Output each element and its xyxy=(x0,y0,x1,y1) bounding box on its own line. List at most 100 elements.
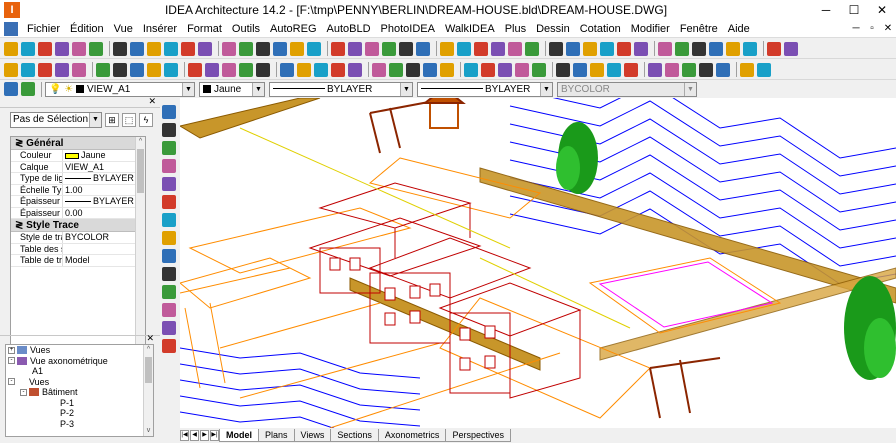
toolbar-tool-icon[interactable] xyxy=(348,41,362,56)
color-dropdown[interactable]: Jaune ▼ xyxy=(199,81,265,97)
toolbar-tool-icon[interactable] xyxy=(164,41,178,56)
select-objects-icon[interactable]: ⬚ xyxy=(122,113,136,127)
toolbar-tool-icon[interactable] xyxy=(699,62,713,77)
toolbar-tool-icon[interactable] xyxy=(757,62,771,77)
toolbar-tool-icon[interactable] xyxy=(130,41,144,56)
toolbar-tool-icon[interactable] xyxy=(406,62,420,77)
menu-photoidea[interactable]: PhotoIDEA xyxy=(376,23,440,35)
toolbar-tool-icon[interactable] xyxy=(532,62,546,77)
drawing-tool-icon[interactable] xyxy=(162,303,176,317)
tab-axonometrics[interactable]: Axonometrics xyxy=(377,429,447,442)
close-icon[interactable]: ✕ xyxy=(146,333,154,344)
toolbar-tool-icon[interactable] xyxy=(205,62,219,77)
toolbar-tool-icon[interactable] xyxy=(549,41,563,56)
toolbar-tool-icon[interactable] xyxy=(331,41,345,56)
toolbar-tool-icon[interactable] xyxy=(222,41,236,56)
menu-autobld[interactable]: AutoBLD xyxy=(322,23,376,35)
toolbar-tool-icon[interactable] xyxy=(147,41,161,56)
tree-node-p2[interactable]: P-2 xyxy=(6,408,153,419)
property-row[interactable]: Table des st... xyxy=(11,243,145,255)
tab-model[interactable]: Model xyxy=(219,429,259,442)
toolbar-tool-icon[interactable] xyxy=(96,62,110,77)
lineweight-dropdown[interactable]: BYLAYER ▼ xyxy=(417,81,553,97)
toolbar-tool-icon[interactable] xyxy=(617,41,631,56)
tab-perspectives[interactable]: Perspectives xyxy=(445,429,511,442)
toolbar-tool-icon[interactable] xyxy=(399,41,413,56)
scroll-thumb[interactable] xyxy=(137,149,144,193)
toolbar-tool-icon[interactable] xyxy=(556,62,570,77)
toolbar-tool-icon[interactable] xyxy=(416,41,430,56)
toolbar-tool-icon[interactable] xyxy=(331,62,345,77)
toolbar-tool-icon[interactable] xyxy=(590,62,604,77)
toolbar-tool-icon[interactable] xyxy=(72,41,86,56)
tree-node-vues-2[interactable]: - Vues xyxy=(6,377,153,388)
toolbar-tool-icon[interactable] xyxy=(440,41,454,56)
toolbar-tool-icon[interactable] xyxy=(256,41,270,56)
menu-fichier[interactable]: Fichier xyxy=(22,23,65,35)
drawing-viewport[interactable] xyxy=(180,98,896,428)
tab-sections[interactable]: Sections xyxy=(330,429,379,442)
layer-manager-icon[interactable] xyxy=(4,82,18,96)
toolbar-tool-icon[interactable] xyxy=(389,62,403,77)
toolbar-tool-icon[interactable] xyxy=(130,62,144,77)
doc-minimize-button[interactable]: ─ xyxy=(848,23,864,34)
close-button[interactable]: ✕ xyxy=(868,0,896,20)
tab-prev-icon[interactable]: ◀ xyxy=(190,430,199,441)
toolbar-tool-icon[interactable] xyxy=(573,62,587,77)
toolbar-tool-icon[interactable] xyxy=(273,41,287,56)
section-plotstyle-header[interactable]: ≷ Style Trace ^ xyxy=(11,219,145,232)
toolbar-tool-icon[interactable] xyxy=(314,62,328,77)
toolbar-tool-icon[interactable] xyxy=(515,62,529,77)
property-row[interactable]: Échelle Typ... 1.00 xyxy=(11,184,145,196)
toolbar-tool-icon[interactable] xyxy=(682,62,696,77)
layer-state-icon[interactable] xyxy=(21,82,35,96)
menu-outils[interactable]: Outils xyxy=(227,23,265,35)
close-icon[interactable]: ✕ xyxy=(148,96,156,107)
tree-node-vues[interactable]: + Vues xyxy=(6,345,153,356)
toolbar-tool-icon[interactable] xyxy=(113,62,127,77)
toolbar-tool-icon[interactable] xyxy=(784,41,798,56)
toolbar-tool-icon[interactable] xyxy=(181,41,195,56)
property-row[interactable]: Couleur Jaune xyxy=(11,150,145,162)
toolbar-tool-icon[interactable] xyxy=(481,62,495,77)
toolbar-tool-icon[interactable] xyxy=(634,41,648,56)
menu-fenetre[interactable]: Fenêtre xyxy=(675,23,723,35)
drawing-tool-icon[interactable] xyxy=(162,267,176,281)
menu-format[interactable]: Format xyxy=(182,23,227,35)
drawing-tool-icon[interactable] xyxy=(162,321,176,335)
scroll-down-icon[interactable]: v xyxy=(144,426,153,436)
menu-plus[interactable]: Plus xyxy=(500,23,531,35)
menu-cotation[interactable]: Cotation xyxy=(575,23,626,35)
quick-select-icon[interactable]: ϟ xyxy=(139,113,153,127)
toolbar-tool-icon[interactable] xyxy=(740,62,754,77)
toolbar-tool-icon[interactable] xyxy=(491,41,505,56)
idea-app-icon[interactable]: I xyxy=(4,2,20,18)
tab-plans[interactable]: Plans xyxy=(258,429,295,442)
tab-views[interactable]: Views xyxy=(293,429,332,442)
doc-restore-button[interactable]: ▫ xyxy=(864,23,880,34)
toolbar-tool-icon[interactable] xyxy=(474,41,488,56)
toolbar-tool-icon[interactable] xyxy=(658,41,672,56)
toolbar-tool-icon[interactable] xyxy=(648,62,662,77)
toolbar-tool-icon[interactable] xyxy=(89,41,103,56)
toolbar-tool-icon[interactable] xyxy=(198,41,212,56)
tree-node-p1[interactable]: P-1 xyxy=(6,398,153,409)
layer-dropdown[interactable]: 💡 ☀ VIEW_A1 ▼ xyxy=(45,81,195,97)
toolbar-tool-icon[interactable] xyxy=(566,41,580,56)
collapse-icon[interactable]: - xyxy=(20,388,27,396)
toolbar-tool-icon[interactable] xyxy=(372,62,386,77)
menu-modifier[interactable]: Modifier xyxy=(626,23,675,35)
toolbar-tool-icon[interactable] xyxy=(624,62,638,77)
drawing-tool-icon[interactable] xyxy=(162,105,176,119)
tab-first-icon[interactable]: |◀ xyxy=(180,430,189,441)
toolbar-tool-icon[interactable] xyxy=(675,41,689,56)
tree-node-p3[interactable]: P-3 xyxy=(6,419,153,430)
menu-edition[interactable]: Édition xyxy=(65,23,109,35)
doc-close-button[interactable]: ✕ xyxy=(880,23,896,34)
property-row[interactable]: Épaisseur ligne BYLAYER xyxy=(11,196,145,208)
tab-last-icon[interactable]: ▶| xyxy=(210,430,219,441)
toolbar-tool-icon[interactable] xyxy=(692,41,706,56)
maximize-button[interactable]: ☐ xyxy=(840,0,868,20)
drawing-tool-icon[interactable] xyxy=(162,159,176,173)
toolbar-tool-icon[interactable] xyxy=(55,41,69,56)
